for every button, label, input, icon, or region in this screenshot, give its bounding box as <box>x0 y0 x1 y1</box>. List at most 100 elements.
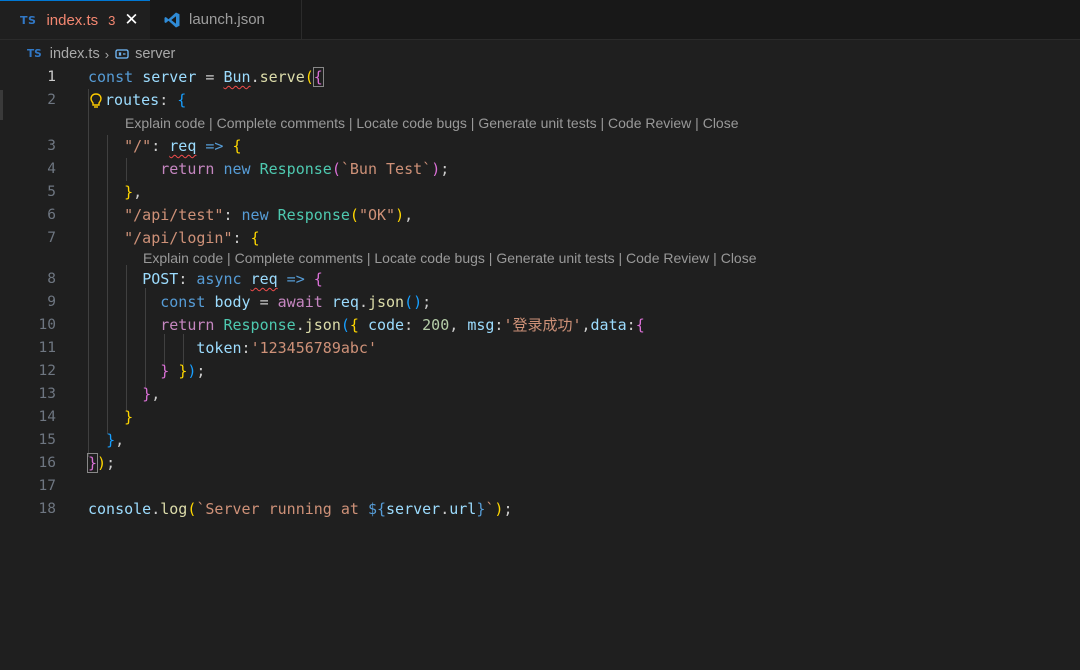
token: { <box>250 229 260 247</box>
token: serve <box>259 68 305 86</box>
token: { <box>232 137 242 155</box>
token: json <box>304 316 341 334</box>
token: } <box>178 362 188 380</box>
token: } <box>124 408 134 426</box>
line-number: 18 <box>38 501 56 517</box>
token: '登录成功' <box>503 316 582 334</box>
breadcrumb: TS index.ts › server <box>0 43 175 65</box>
code-line: 6 "/api/test": new Response("OK"), <box>0 204 1080 227</box>
tab-label: launch.json <box>189 11 265 28</box>
breadcrumb-symbol[interactable]: server <box>135 46 175 62</box>
code-line: 13 }, <box>0 383 1080 406</box>
token: await <box>277 293 323 311</box>
code-line: 10 return Response.json({ code: 200, msg… <box>0 314 1080 337</box>
tab-index-ts[interactable]: TS index.ts 3 ✕ <box>0 0 150 39</box>
line-number: 17 <box>38 478 56 494</box>
tab-label: index.ts <box>46 11 99 29</box>
code-line: 11 token:'123456789abc' <box>0 337 1080 360</box>
token: } <box>86 453 99 473</box>
line-number: 16 <box>38 455 56 471</box>
token: . <box>295 316 305 334</box>
token: , <box>151 385 161 403</box>
token: ( <box>349 206 359 224</box>
token: POST <box>142 270 179 288</box>
code-line: 3 "/": req => { <box>0 135 1080 158</box>
line-number: 1 <box>47 69 56 85</box>
line-content: POST: async req => { <box>88 268 323 291</box>
token: Response <box>277 206 350 224</box>
line-number: 10 <box>38 317 56 333</box>
line-number: 6 <box>47 207 56 223</box>
code-line: 17 <box>0 475 1080 498</box>
code-lens-actions[interactable]: Explain code | Complete comments | Locat… <box>125 112 739 134</box>
token: msg <box>467 316 495 334</box>
token: } <box>106 431 116 449</box>
chevron-right-icon: › <box>104 46 110 62</box>
token: ) <box>97 454 107 472</box>
token: ( <box>331 160 341 178</box>
line-content: } }); <box>88 360 205 383</box>
token: req <box>250 270 278 288</box>
line-content: }, <box>88 383 160 406</box>
token: , <box>115 431 125 449</box>
token: "/api/test" <box>124 206 224 224</box>
code-line: 16 }); <box>0 452 1080 475</box>
token: } <box>160 362 170 380</box>
code-line: 5 }, <box>0 181 1080 204</box>
line-number: 15 <box>38 432 56 448</box>
tab-launch-json[interactable]: launch.json <box>150 0 302 39</box>
code-line: 18 console.log(`Server running at ${serv… <box>0 498 1080 521</box>
token: code <box>358 316 405 334</box>
line-content: token:'123456789abc' <box>88 337 377 360</box>
token: new <box>241 206 269 224</box>
token: { <box>312 67 324 87</box>
token: . <box>151 500 161 518</box>
token: data <box>590 316 627 334</box>
line-number: 3 <box>47 138 56 154</box>
token: { <box>635 316 645 334</box>
token: { <box>349 316 359 334</box>
token: "/" <box>124 137 152 155</box>
token: : <box>626 316 636 334</box>
lightbulb-icon[interactable] <box>88 92 104 110</box>
token: ; <box>422 293 432 311</box>
token: { <box>313 270 323 288</box>
line-number: 9 <box>47 294 56 310</box>
line-content: "/api/test": new Response("OK"), <box>88 204 413 227</box>
token: ; <box>196 362 206 380</box>
token: ; <box>106 454 116 472</box>
token: => <box>196 137 233 155</box>
problems-count-badge: 3 <box>108 12 116 28</box>
token: } <box>124 183 134 201</box>
token: . <box>250 68 260 86</box>
token: return <box>160 160 215 178</box>
token: token <box>196 339 242 357</box>
line-number: 14 <box>38 409 56 425</box>
line-number: 11 <box>38 340 56 356</box>
token: : <box>241 339 251 357</box>
token: async <box>196 270 242 288</box>
line-number: 12 <box>38 363 56 379</box>
token: : <box>151 137 170 155</box>
code-editor[interactable]: 1 const server = Bun.serve({ 2 routes: {… <box>0 66 1080 670</box>
typescript-icon: TS <box>20 13 37 27</box>
breadcrumb-file[interactable]: index.ts <box>50 46 100 62</box>
token: log <box>160 500 188 518</box>
token: const <box>160 293 206 311</box>
code-lens-actions[interactable]: Explain code | Complete comments | Locat… <box>143 247 757 269</box>
token: , <box>404 206 414 224</box>
token: body <box>214 293 251 311</box>
token: , <box>581 316 591 334</box>
line-number: 8 <box>47 271 56 287</box>
token: console <box>88 500 152 518</box>
token: ; <box>503 500 513 518</box>
close-icon[interactable]: ✕ <box>124 10 138 30</box>
line-content: routes: { <box>88 89 186 112</box>
line-content: const server = Bun.serve({ <box>88 66 324 89</box>
token: Response <box>259 160 332 178</box>
token: : <box>223 206 242 224</box>
code-line: 9 const body = await req.json(); <box>0 291 1080 314</box>
vscode-icon <box>163 11 181 29</box>
code-line: 12 } }); <box>0 360 1080 383</box>
line-content: }); <box>86 452 116 475</box>
